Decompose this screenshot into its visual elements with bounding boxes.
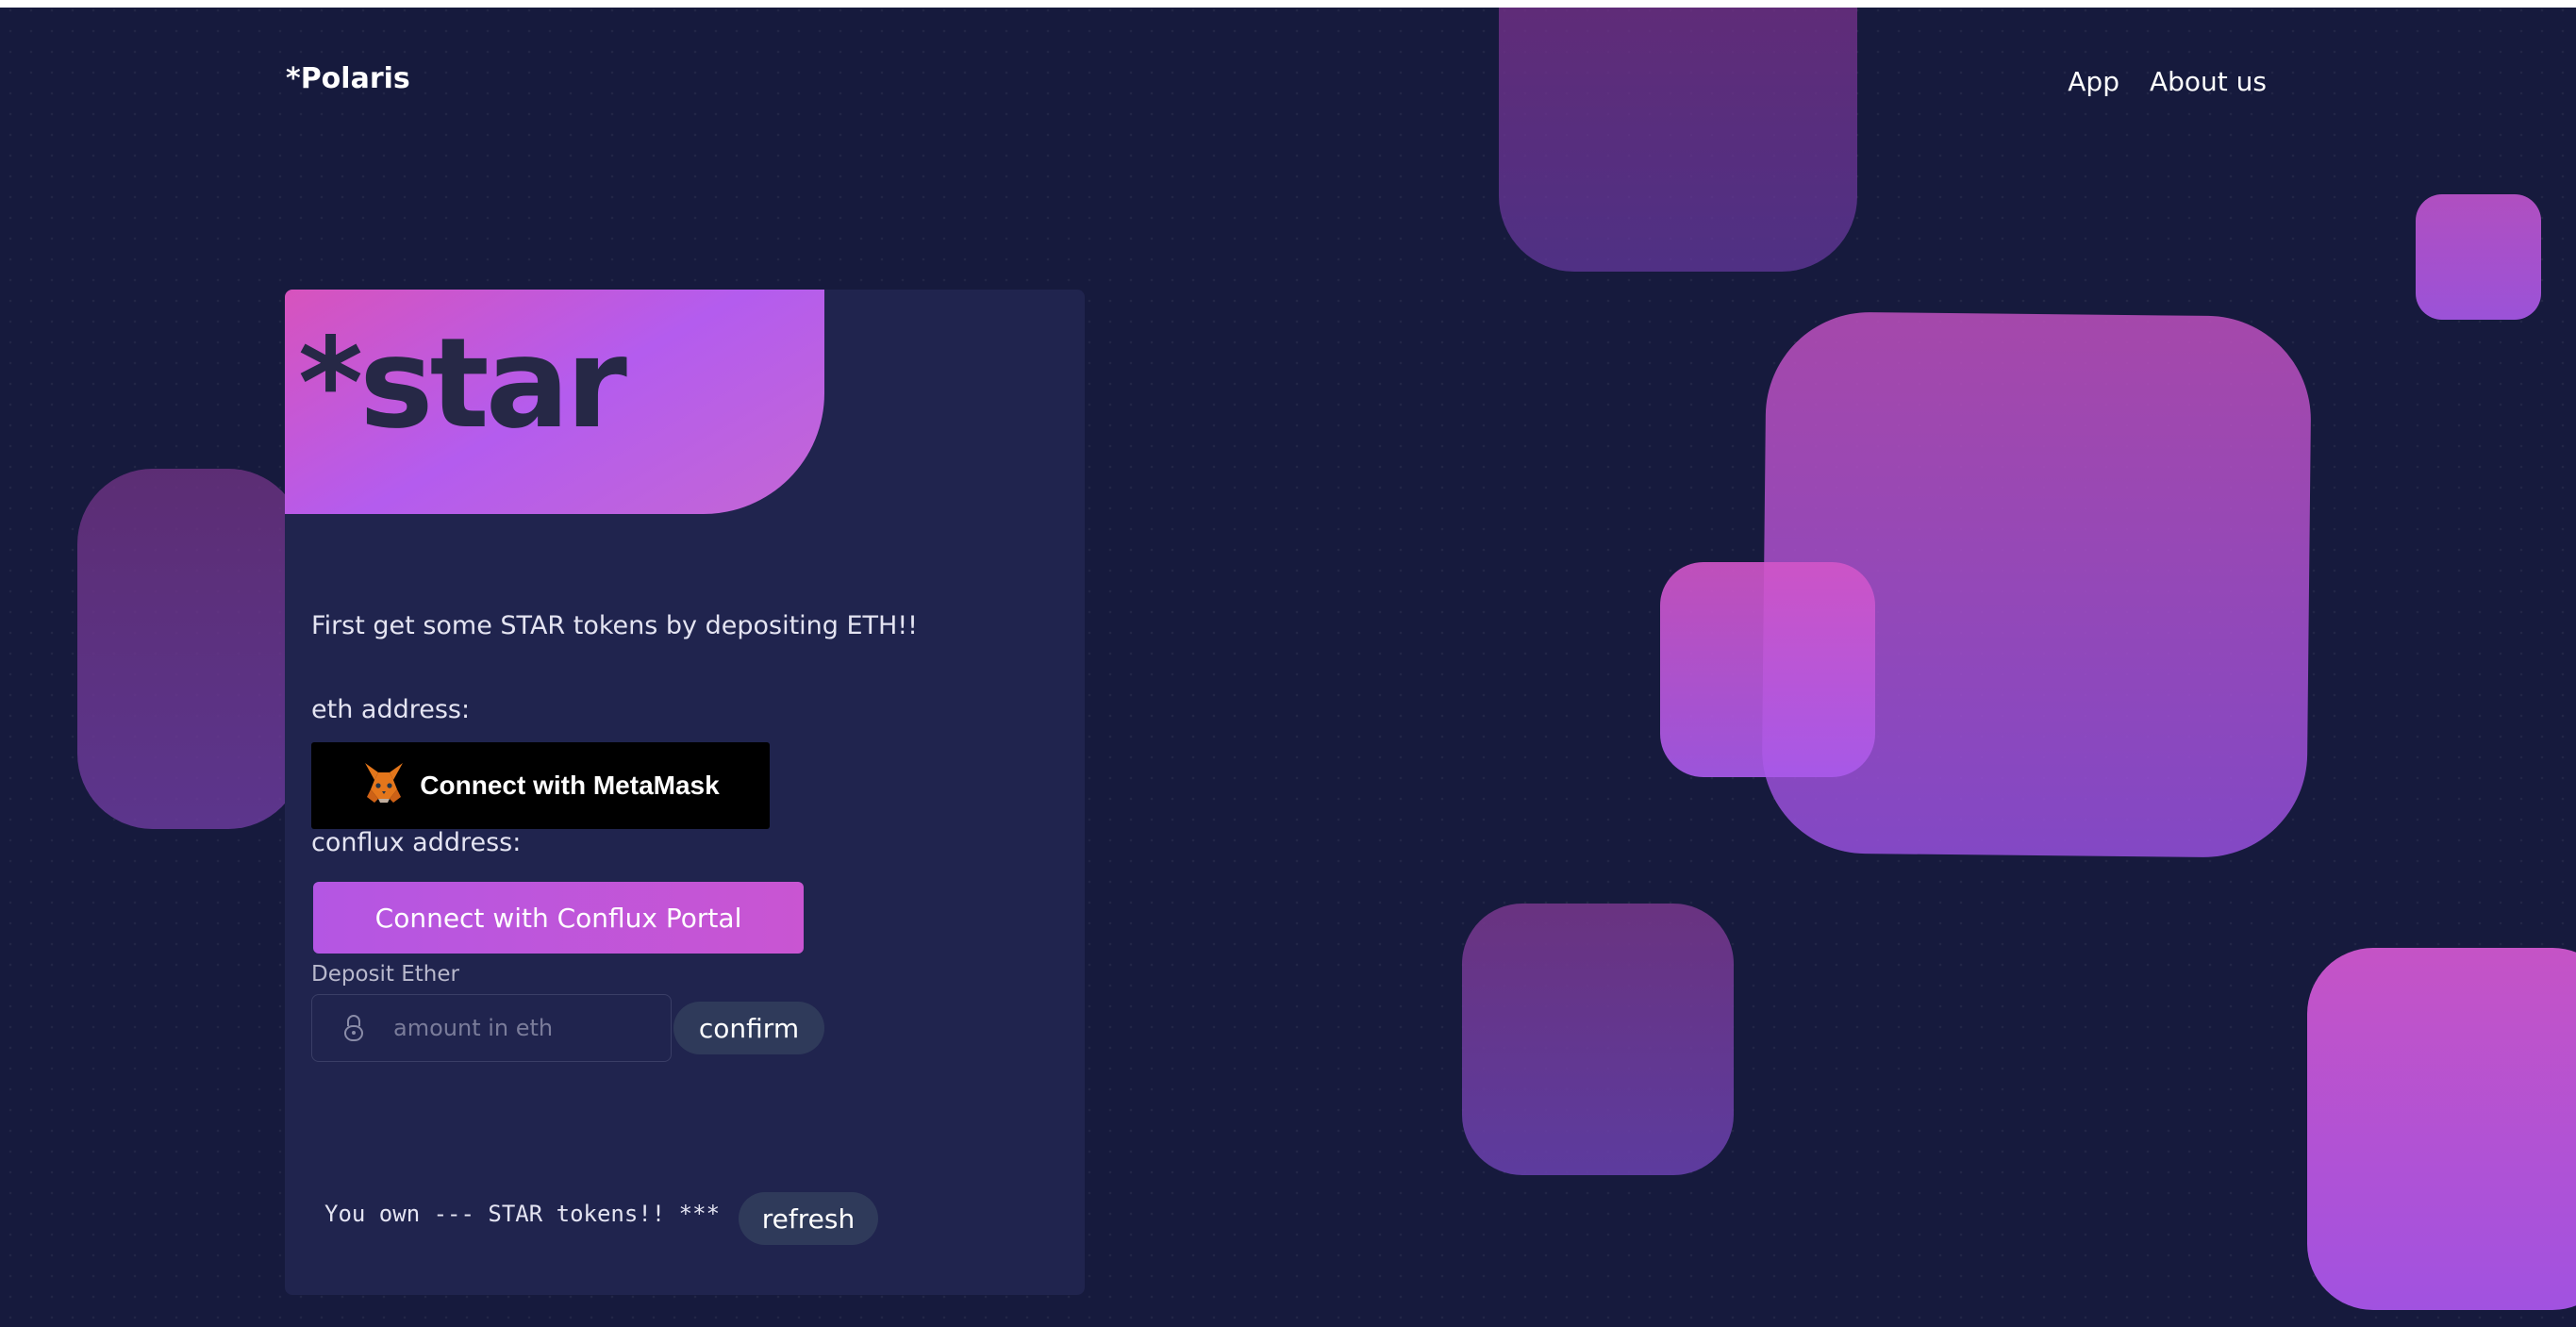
amount-input[interactable] bbox=[391, 1014, 659, 1042]
confirm-button[interactable]: confirm bbox=[673, 1002, 824, 1054]
top-nav: App About us bbox=[2068, 66, 2267, 97]
amount-input-wrapper bbox=[311, 994, 672, 1062]
decorative-blob bbox=[1660, 562, 1875, 777]
decorative-blob bbox=[2307, 948, 2576, 1310]
decorative-blob bbox=[77, 469, 304, 829]
token-balance-text: You own --- STAR tokens!! *** bbox=[324, 1201, 721, 1227]
card-title: *star bbox=[298, 311, 627, 456]
connect-conflux-button[interactable]: Connect with Conflux Portal bbox=[313, 882, 804, 954]
eth-address-label: eth address: bbox=[311, 695, 471, 724]
decorative-blob bbox=[2416, 194, 2541, 320]
connect-metamask-button[interactable]: Connect with MetaMask bbox=[311, 742, 770, 829]
conflux-address-label: conflux address: bbox=[311, 828, 522, 857]
decorative-blob bbox=[1499, 8, 1857, 272]
nav-link-about-us[interactable]: About us bbox=[2150, 66, 2267, 97]
intro-text: First get some STAR tokens by depositing… bbox=[311, 611, 919, 640]
brand-logo[interactable]: *Polaris bbox=[286, 62, 410, 95]
lock-icon bbox=[325, 1014, 382, 1042]
card-header: *star bbox=[285, 290, 824, 514]
nav-link-app[interactable]: App bbox=[2068, 66, 2119, 97]
metamask-button-label: Connect with MetaMask bbox=[420, 771, 720, 800]
metamask-fox-icon bbox=[361, 761, 407, 811]
deposit-card: *star First get some STAR tokens by depo… bbox=[285, 290, 1085, 1295]
deposit-ether-label: Deposit Ether bbox=[311, 962, 459, 987]
refresh-button[interactable]: refresh bbox=[739, 1192, 878, 1245]
decorative-blob bbox=[1462, 904, 1734, 1175]
top-strip bbox=[0, 0, 2576, 8]
